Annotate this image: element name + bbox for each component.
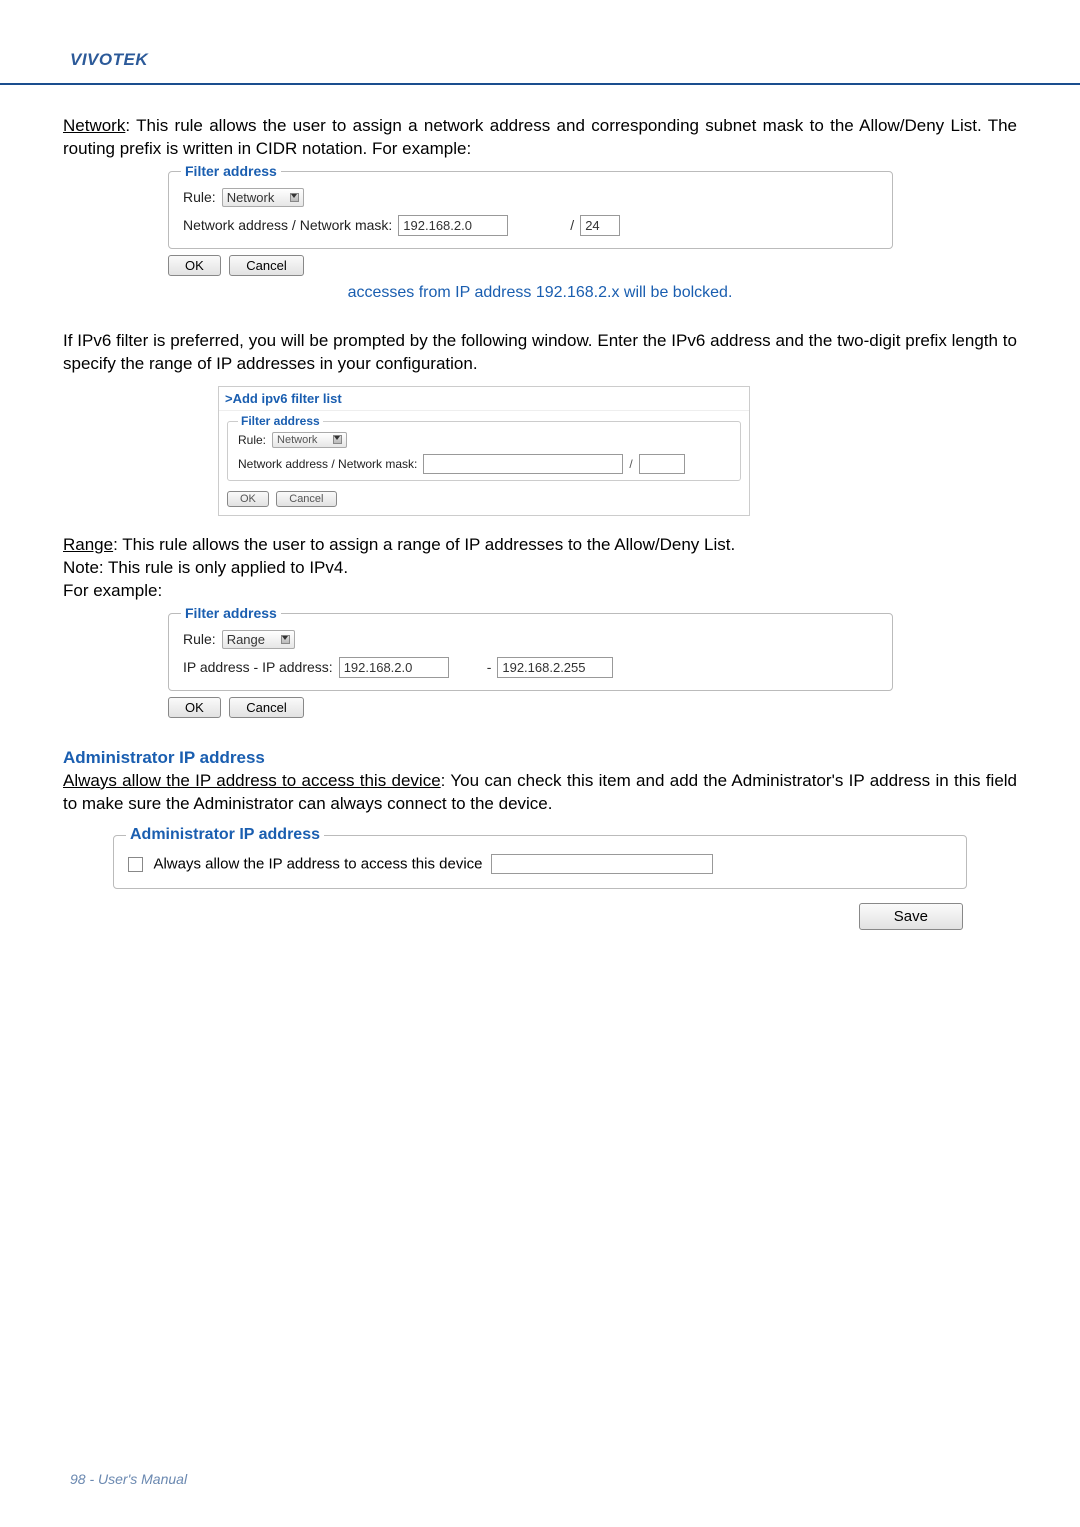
always-allow-checkbox[interactable]	[128, 857, 143, 872]
rule-select-value: Network	[227, 190, 275, 205]
network-term: Network	[63, 116, 125, 135]
range-ok-button[interactable]: OK	[168, 697, 221, 718]
range-paragraph: Range: This rule allows the user to assi…	[63, 534, 1017, 557]
cancel-button[interactable]: Cancel	[229, 255, 303, 276]
filter-address-network-panel: Filter address Rule: Network Network add…	[168, 171, 893, 249]
chevron-down-icon	[333, 435, 342, 444]
range-paragraph-rest: : This rule allows the user to assign a …	[113, 535, 735, 554]
ip-from-input[interactable]: 192.168.2.0	[339, 657, 449, 678]
panel-legend: Filter address	[181, 163, 281, 179]
admin-panel-legend: Administrator IP address	[126, 826, 324, 844]
admin-para-prefix: Always allow the IP address to access th…	[63, 771, 441, 790]
ipv6-filter-dialog: >Add ipv6 filter list Filter address Rul…	[218, 386, 750, 516]
save-button[interactable]: Save	[859, 903, 963, 930]
admin-ip-panel: Administrator IP address Always allow th…	[113, 835, 967, 889]
rule-label: Rule:	[183, 189, 216, 205]
page-footer: 98 - User's Manual	[70, 1471, 187, 1487]
network-paragraph: Network: This rule allows the user to as…	[63, 115, 1017, 161]
ipv6-filter-address-panel: Filter address Rule: Network Network add…	[227, 421, 741, 481]
ipv6-ok-button[interactable]: OK	[227, 491, 269, 507]
ipv6-rule-select-value: Network	[277, 434, 317, 446]
slash-label: /	[570, 217, 574, 233]
rule-select[interactable]: Network	[222, 188, 305, 207]
admin-ip-input[interactable]	[491, 854, 713, 874]
ipv6-address-input[interactable]	[423, 454, 623, 474]
range-example-label: For example:	[63, 580, 1017, 603]
network-address-input[interactable]: 192.168.2.0	[398, 215, 508, 236]
range-rule-label: Rule:	[183, 631, 216, 647]
ipv6-rule-label: Rule:	[238, 433, 266, 447]
chevron-down-icon	[290, 193, 299, 202]
range-cancel-button[interactable]: Cancel	[229, 697, 303, 718]
network-paragraph-rest: : This rule allows the user to assign a …	[63, 116, 1017, 158]
chevron-down-icon	[281, 635, 290, 644]
ok-button[interactable]: OK	[168, 255, 221, 276]
range-note: Note: This rule is only applied to IPv4.	[63, 557, 1017, 580]
range-rule-select[interactable]: Range	[222, 630, 295, 649]
ipv6-dialog-title: >Add ipv6 filter list	[219, 387, 749, 411]
ipv6-panel-legend: Filter address	[238, 414, 323, 428]
range-rule-select-value: Range	[227, 632, 265, 647]
network-caption: accesses from IP address 192.168.2.x wil…	[63, 284, 1017, 302]
ip-to-input[interactable]: 192.168.2.255	[497, 657, 613, 678]
dash-label: -	[487, 659, 492, 675]
brand-logo: VIVOTEK	[70, 50, 148, 69]
ipv6-slash-label: /	[629, 457, 632, 471]
ipv6-paragraph: If IPv6 filter is preferred, you will be…	[63, 330, 1017, 376]
network-mask-input[interactable]: 24	[580, 215, 620, 236]
range-term: Range	[63, 535, 113, 554]
ipv6-cancel-button[interactable]: Cancel	[276, 491, 336, 507]
always-allow-label: Always allow the IP address to access th…	[153, 856, 482, 873]
filter-address-range-panel: Filter address Rule: Range IP address - …	[168, 613, 893, 691]
ipv6-prefix-input[interactable]	[639, 454, 685, 474]
admin-ip-heading: Administrator IP address	[63, 748, 1017, 768]
ipv6-address-label: Network address / Network mask:	[238, 457, 417, 471]
ip-range-label: IP address - IP address:	[183, 659, 333, 675]
ipv6-rule-select[interactable]: Network	[272, 432, 347, 448]
admin-ip-paragraph: Always allow the IP address to access th…	[63, 770, 1017, 816]
network-address-label: Network address / Network mask:	[183, 217, 392, 233]
range-panel-legend: Filter address	[181, 605, 281, 621]
